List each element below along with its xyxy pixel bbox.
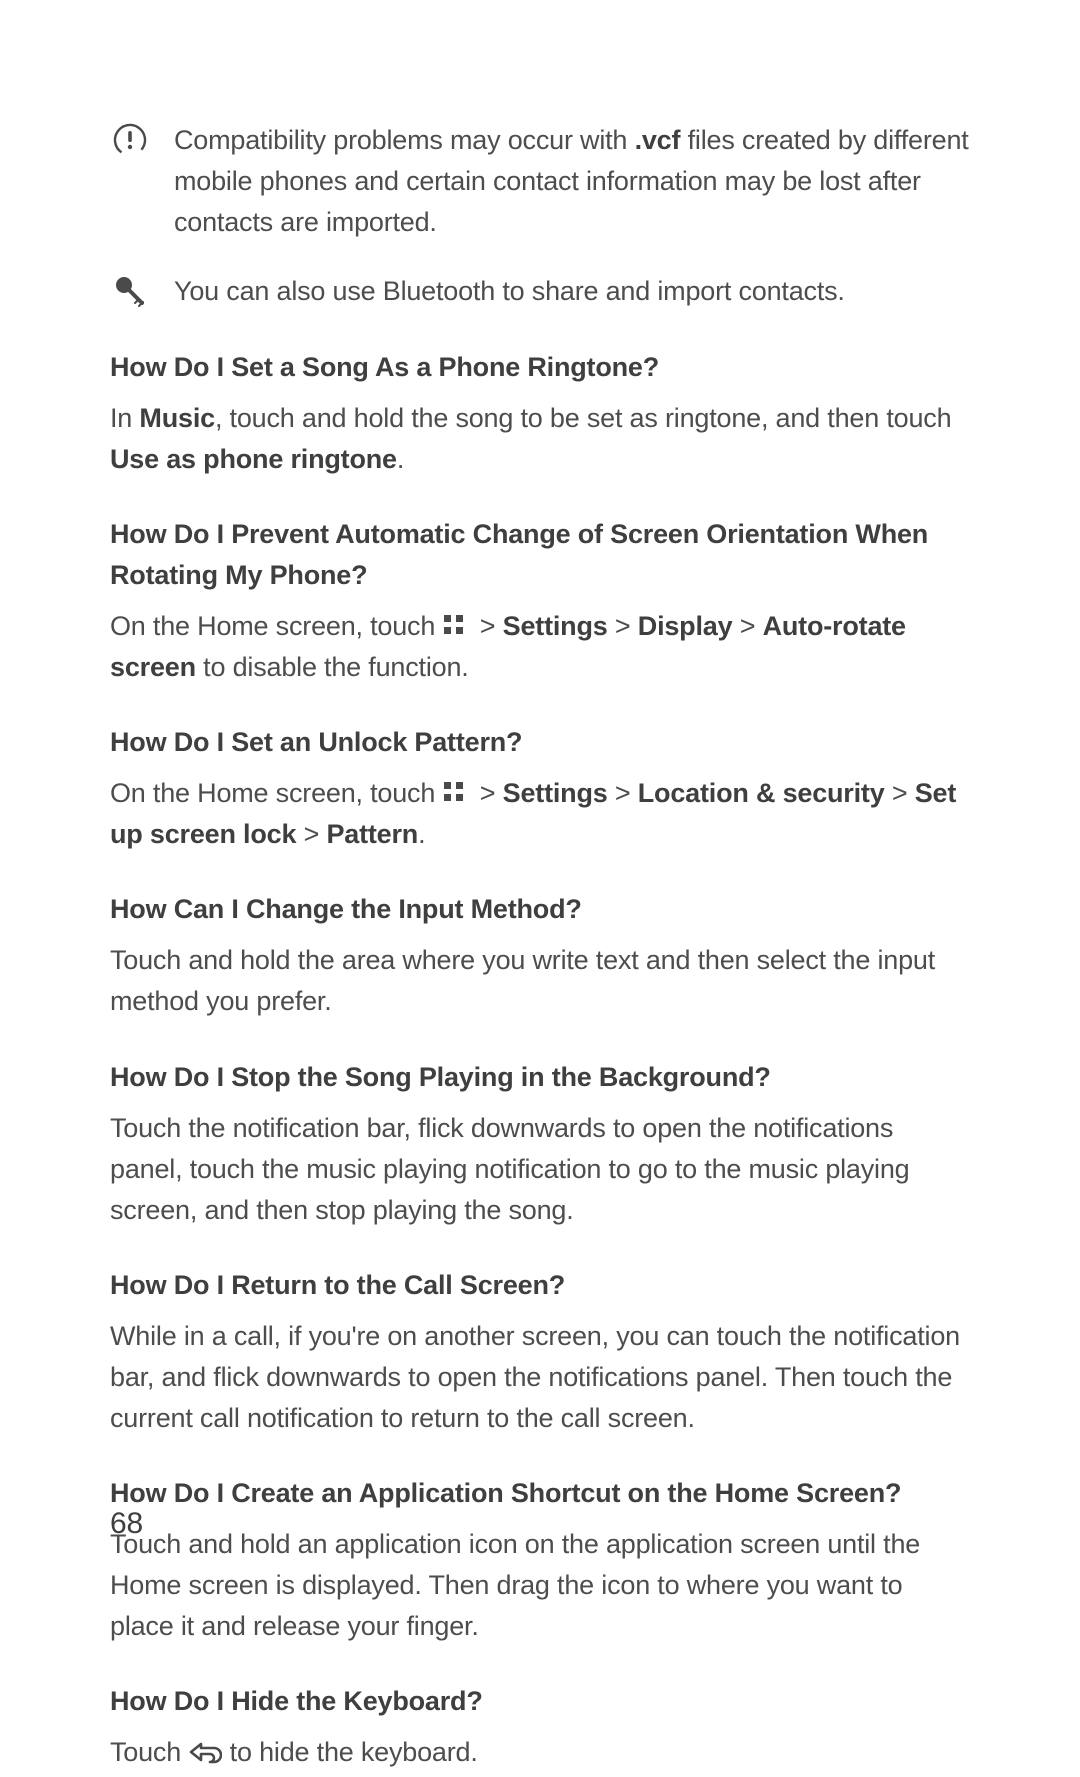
settings-bold: Settings (503, 611, 608, 641)
text: > (608, 611, 638, 641)
q6-title: How Do I Return to the Call Screen? (110, 1265, 970, 1306)
q1-body: In Music, touch and hold the song to be … (110, 398, 970, 480)
manual-page: Compatibility problems may occur with .v… (0, 0, 1080, 1617)
display-bold: Display (638, 611, 733, 641)
q5-title: How Do I Stop the Song Playing in the Ba… (110, 1057, 970, 1098)
q2-title: How Do I Prevent Automatic Change of Scr… (110, 514, 970, 596)
q3-title: How Do I Set an Unlock Pattern? (110, 722, 970, 763)
search-tip-icon (110, 271, 150, 313)
text: On the Home screen, touch (110, 778, 442, 808)
back-icon (188, 1736, 222, 1762)
apps-grid-icon (442, 777, 472, 803)
use-as-ringtone-bold: Use as phone ringtone (110, 444, 397, 474)
q2-body: On the Home screen, touch > Settings > D… (110, 606, 970, 688)
vcf-bold: .vcf (635, 125, 681, 155)
q7-body: Touch and hold an application icon on th… (110, 1524, 970, 1647)
text: On the Home screen, touch (110, 611, 442, 641)
text: In (110, 403, 139, 433)
text: Touch (110, 1737, 188, 1767)
pattern-bold: Pattern (326, 819, 418, 849)
text: > (885, 778, 915, 808)
text: > (732, 611, 762, 641)
text: > (296, 819, 326, 849)
music-bold: Music (139, 403, 215, 433)
q7-title: How Do I Create an Application Shortcut … (110, 1473, 970, 1514)
q6-body: While in a call, if you're on another sc… (110, 1316, 970, 1439)
text: to disable the function. (196, 652, 469, 682)
warning-icon (110, 120, 150, 162)
location-security-bold: Location & security (638, 778, 885, 808)
apps-grid-icon (442, 610, 472, 636)
tip-note: You can also use Bluetooth to share and … (110, 271, 970, 313)
text: Compatibility problems may occur with (174, 125, 635, 155)
page-number: 68 (110, 1501, 143, 1547)
text: . (397, 444, 404, 474)
tip-text: You can also use Bluetooth to share and … (174, 271, 970, 313)
warning-text: Compatibility problems may occur with .v… (174, 120, 970, 243)
text: . (418, 819, 425, 849)
q4-title: How Can I Change the Input Method? (110, 889, 970, 930)
text: > (480, 778, 503, 808)
q1-title: How Do I Set a Song As a Phone Ringtone? (110, 347, 970, 388)
q8-title: How Do I Hide the Keyboard? (110, 1681, 970, 1722)
settings-bold: Settings (503, 778, 608, 808)
text: , touch and hold the song to be set as r… (215, 403, 951, 433)
q4-body: Touch and hold the area where you write … (110, 940, 970, 1022)
warning-note: Compatibility problems may occur with .v… (110, 120, 970, 243)
text: to hide the keyboard. (230, 1737, 478, 1767)
q8-body: Touch to hide the keyboard. (110, 1732, 970, 1773)
q3-body: On the Home screen, touch > Settings > L… (110, 773, 970, 855)
text: > (608, 778, 638, 808)
text: > (480, 611, 503, 641)
q5-body: Touch the notification bar, flick downwa… (110, 1108, 970, 1231)
